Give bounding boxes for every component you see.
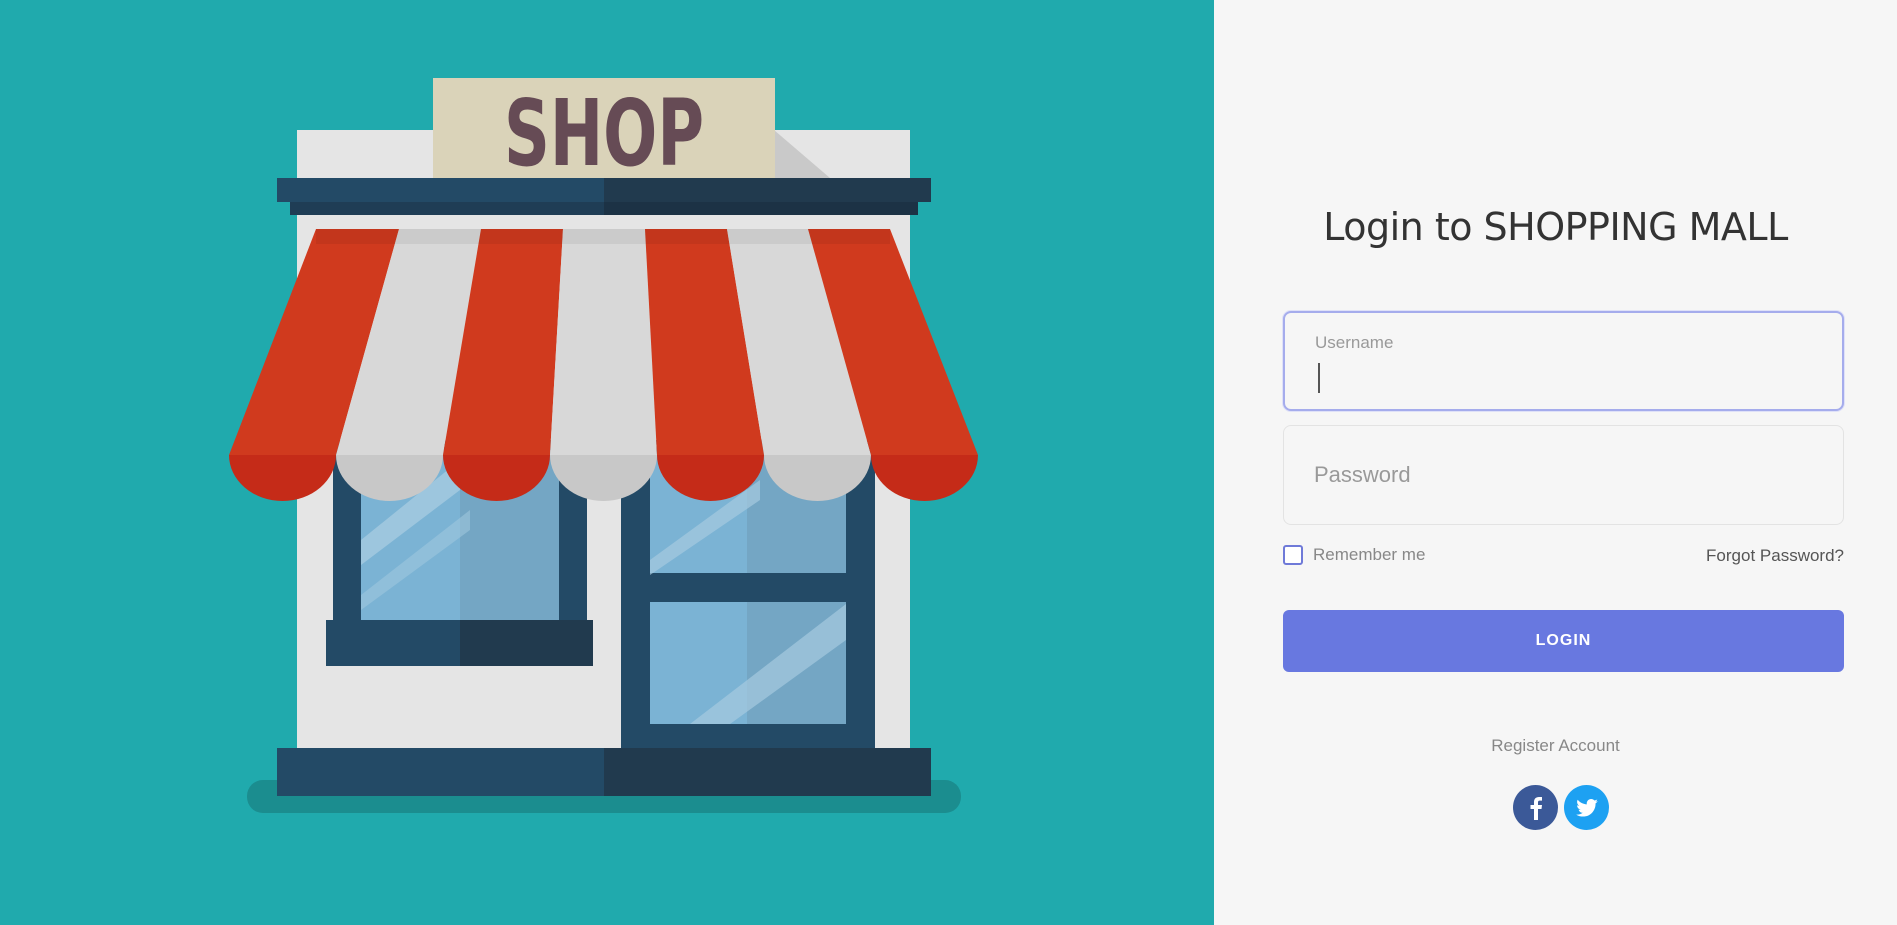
facebook-icon	[1530, 796, 1542, 820]
remember-me[interactable]: Remember me	[1283, 543, 1425, 567]
twitter-login-button[interactable]	[1564, 785, 1609, 830]
login-panel: Login to SHOPPING MALL Username Remember…	[1214, 0, 1897, 925]
remember-me-checkbox[interactable]	[1283, 545, 1303, 565]
shop-sign-text: SHOP	[504, 80, 704, 187]
forgot-password-link[interactable]: Forgot Password?	[1706, 546, 1844, 566]
page-title: Login to SHOPPING MALL	[1323, 205, 1788, 249]
remember-me-label: Remember me	[1313, 545, 1426, 564]
twitter-icon	[1575, 798, 1598, 817]
password-input[interactable]	[1314, 458, 1814, 492]
text-cursor	[1318, 363, 1320, 393]
shop-storefront-illustration: SHOP	[229, 78, 978, 813]
username-label: Username	[1315, 333, 1394, 352]
username-field[interactable]: Username	[1283, 311, 1844, 411]
facebook-login-button[interactable]	[1513, 785, 1558, 830]
login-button[interactable]: LOGIN	[1283, 610, 1844, 672]
register-account-link[interactable]: Register Account	[1214, 736, 1897, 756]
social-login	[1513, 785, 1609, 830]
username-input[interactable]	[1315, 359, 1815, 393]
hero-panel: SHOP	[0, 0, 1214, 925]
password-field[interactable]	[1283, 425, 1844, 525]
